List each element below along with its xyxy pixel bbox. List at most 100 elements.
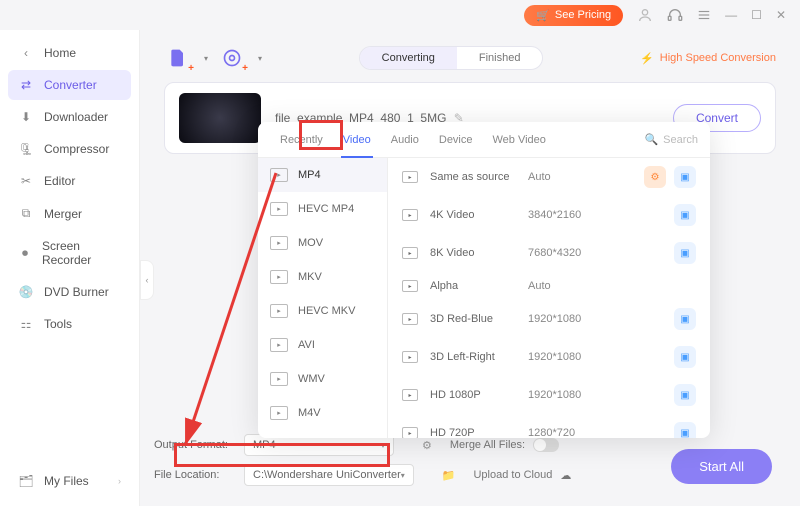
nav-icon: 💿	[18, 285, 34, 299]
format-item-avi[interactable]: ▸AVI	[258, 328, 387, 362]
sidebar-item-dvd-burner[interactable]: 💿 DVD Burner	[8, 277, 131, 307]
panel-tabs: RecentlyVideoAudioDeviceWeb Video 🔍 Sear…	[258, 122, 710, 158]
add-file-button[interactable]: +	[164, 44, 192, 72]
file-location-dropdown[interactable]: C:\Wondershare UniConverter ▾	[244, 464, 414, 486]
resolution-item[interactable]: ▸3D Left-Right1920*1080▣	[388, 338, 710, 376]
nav-label: Compressor	[44, 142, 109, 156]
see-pricing-button[interactable]: 🛒 See Pricing	[524, 5, 623, 26]
panel-tab-recently[interactable]: Recently	[270, 122, 333, 158]
panel-tab-device[interactable]: Device	[429, 122, 483, 158]
format-item-mov[interactable]: ▸ MOV	[258, 226, 387, 260]
output-format-value: MP4	[253, 439, 276, 451]
home-label: Home	[44, 46, 76, 60]
format-item-hevc-mkv[interactable]: ▸HEVC MKV	[258, 294, 387, 328]
resolution-item[interactable]: ▸HD 1080P1920*1080▣	[388, 376, 710, 414]
resolution-item[interactable]: ▸ Alpha Auto	[388, 272, 710, 300]
account-icon[interactable]	[637, 7, 653, 23]
sidebar-back[interactable]: ‹ Home	[8, 38, 131, 68]
video-thumbnail[interactable]	[179, 93, 261, 143]
preset-edit-icon[interactable]: ▣	[674, 204, 696, 226]
nav-label: DVD Burner	[44, 285, 109, 299]
panel-tab-web-video[interactable]: Web Video	[483, 122, 556, 158]
minimize-icon[interactable]: —	[725, 8, 737, 22]
merge-toggle[interactable]	[533, 438, 559, 452]
resolution-size: 3840*2160	[528, 209, 598, 221]
sidebar-my-files[interactable]: 🗂 My Files ›	[8, 466, 131, 496]
resolution-item[interactable]: ▸3D Red-Blue1920*1080▣	[388, 300, 710, 338]
format-label: HEVC MP4	[298, 203, 354, 215]
sidebar-item-downloader[interactable]: ⬇Downloader	[8, 102, 131, 132]
headset-icon[interactable]	[667, 7, 683, 23]
upload-cloud[interactable]: Upload to Cloud ☁	[473, 469, 571, 482]
format-label: MOV	[298, 237, 323, 249]
preset-edit-icon[interactable]: ▣	[674, 346, 696, 368]
file-location-label: File Location:	[154, 469, 234, 481]
play-icon: ▸	[402, 247, 418, 259]
nav-icon: ✂	[18, 174, 34, 188]
play-icon: ▸	[402, 280, 418, 292]
close-icon[interactable]: ✕	[776, 8, 786, 22]
output-format-label: Output Format:	[154, 439, 234, 451]
toolbar: + ▾ + ▾ Converting Finished ⚡ High Speed…	[154, 30, 786, 82]
sidebar-item-tools[interactable]: ⚏Tools	[8, 309, 131, 339]
start-all-button[interactable]: Start All	[671, 449, 772, 484]
format-search[interactable]: 🔍 Search	[644, 133, 698, 146]
preset-edit-icon[interactable]: ▣	[674, 166, 696, 188]
sidebar-item-editor[interactable]: ✂Editor	[8, 166, 131, 196]
resolution-item[interactable]: ▸Same as sourceAuto⚙▣	[388, 158, 710, 196]
sidebar-item-compressor[interactable]: 🗜Compressor	[8, 134, 131, 164]
play-icon: ▸	[402, 427, 418, 438]
format-icon: ▸	[270, 202, 288, 216]
format-icon: ▸	[270, 372, 288, 386]
chevron-down-icon[interactable]: ▾	[204, 54, 208, 63]
status-segmented: Converting Finished	[359, 46, 544, 70]
merge-label: Merge All Files:	[450, 439, 525, 451]
nav-label: Tools	[44, 317, 72, 331]
chevron-down-icon[interactable]: ▾	[258, 54, 262, 63]
resolution-item[interactable]: ▸4K Video3840*2160▣	[388, 196, 710, 234]
resolution-size: Auto	[528, 280, 598, 292]
chevron-down-icon: ▾	[381, 441, 385, 450]
merge-all: Merge All Files:	[450, 438, 559, 452]
play-icon: ▸	[402, 351, 418, 363]
preset-edit-icon[interactable]: ▣	[674, 308, 696, 330]
panel-tab-audio[interactable]: Audio	[381, 122, 429, 158]
menu-icon[interactable]	[697, 8, 711, 22]
sidebar-item-converter[interactable]: ⇄Converter	[8, 70, 131, 100]
format-label: MP4	[298, 169, 321, 181]
sidebar-collapse-handle[interactable]: ‹	[140, 260, 154, 300]
preset-edit-icon[interactable]: ▣	[674, 422, 696, 438]
resolution-name: Alpha	[430, 280, 516, 292]
maximize-icon[interactable]: ☐	[751, 8, 762, 22]
add-dvd-button[interactable]: +	[218, 44, 246, 72]
format-item-hevc-mp4[interactable]: ▸ HEVC MP4	[258, 192, 387, 226]
resolution-item[interactable]: ▸HD 720P1280*720▣	[388, 414, 710, 438]
see-pricing-label: See Pricing	[555, 9, 611, 21]
play-icon: ▸	[402, 171, 418, 183]
tab-converting[interactable]: Converting	[360, 47, 457, 69]
chevron-right-icon: ›	[118, 476, 121, 486]
search-icon: 🔍	[644, 133, 658, 146]
resolution-size: 1920*1080	[528, 351, 598, 363]
sidebar-item-merger[interactable]: ⧉Merger	[8, 198, 131, 229]
open-folder-icon[interactable]: 📁	[442, 469, 456, 482]
resolution-list: ▸ Same as source Auto ⚙ ▣ ▸ 4K Video 3840*2160 ▣…	[388, 158, 710, 438]
format-item-mkv[interactable]: ▸MKV	[258, 260, 387, 294]
preset-edit-icon[interactable]: ▣	[674, 242, 696, 264]
high-speed-conversion[interactable]: ⚡ High Speed Conversion	[640, 52, 776, 65]
format-item-wmv[interactable]: ▸WMV	[258, 362, 387, 396]
format-icon: ▸	[270, 236, 288, 250]
resolution-name: 4K Video	[430, 209, 516, 221]
resolution-name: Same as source	[430, 171, 516, 183]
format-item-mp4[interactable]: ▸MP4	[258, 158, 387, 192]
format-item-m4v[interactable]: ▸M4V	[258, 396, 387, 430]
panel-tab-video[interactable]: Video	[333, 122, 381, 158]
gear-icon[interactable]: ⚙	[422, 439, 432, 452]
tab-finished[interactable]: Finished	[457, 47, 543, 69]
preset-edit-icon[interactable]: ▣	[674, 384, 696, 406]
sidebar: ‹ Home ⇄Converter⬇Downloader🗜Compressor✂…	[0, 30, 140, 506]
sidebar-item-screen-recorder[interactable]: ⏺Screen Recorder	[8, 231, 131, 275]
file-location-value: C:\Wondershare UniConverter	[253, 469, 401, 481]
resolution-item[interactable]: ▸8K Video7680*4320▣	[388, 234, 710, 272]
preset-settings-icon[interactable]: ⚙	[644, 166, 666, 188]
